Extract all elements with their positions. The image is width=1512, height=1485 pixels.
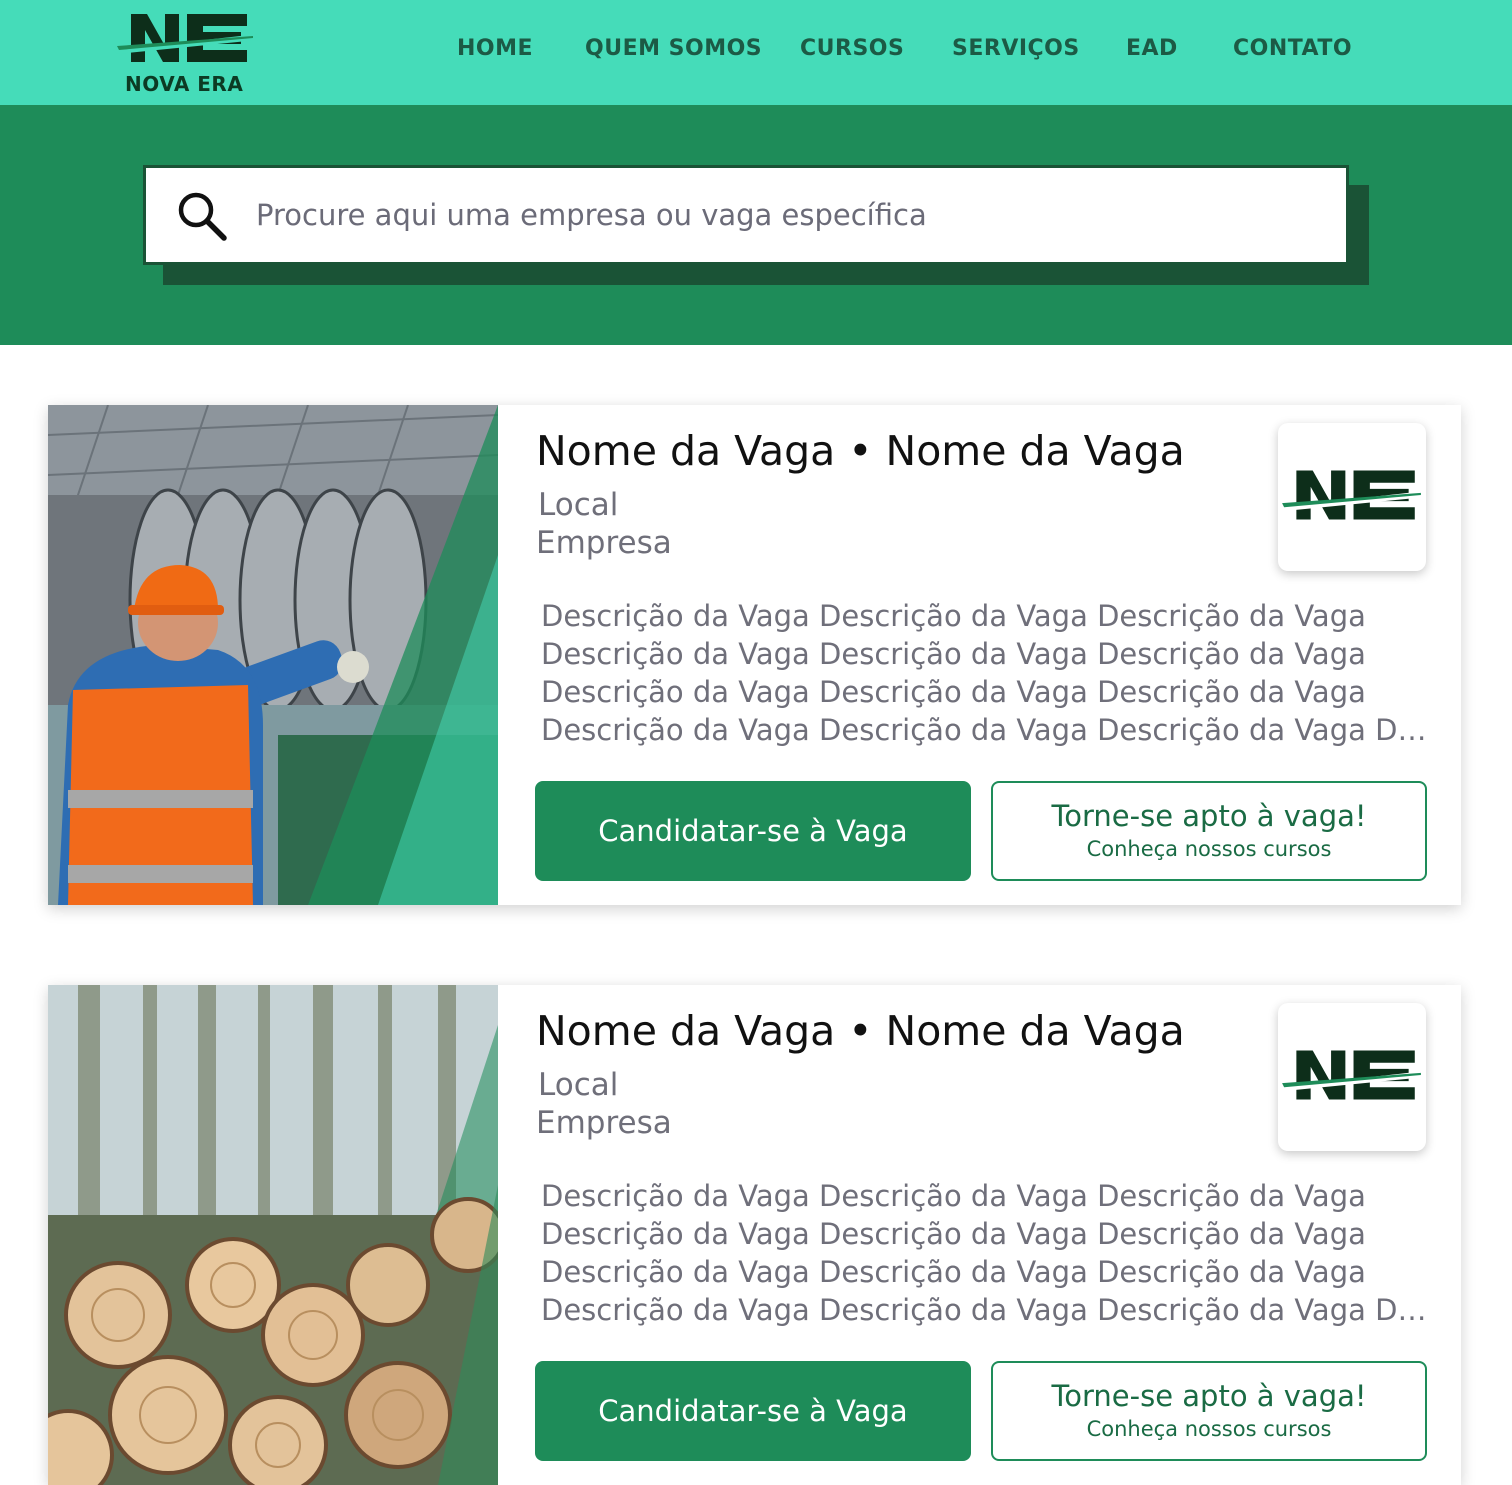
description-line: Descrição da Vaga Descrição da Vaga Desc… [541,1293,1431,1327]
search-input[interactable] [254,186,1318,244]
courses-button[interactable]: Torne-se apto à vaga! Conheça nossos cur… [991,1361,1427,1461]
courses-button-sublabel: Conheça nossos cursos [1086,837,1332,861]
nav-servicos[interactable]: SERVIÇOS [952,36,1080,61]
top-navigation-bar: NOVA ERA HOME QUEM SOMOS CURSOS SERVIÇOS… [0,0,1512,105]
apply-button[interactable]: Candidatar-se à Vaga [535,781,971,881]
job-image-forest [48,985,498,1485]
ne-company-logo-icon [1278,470,1426,520]
description-line: Descrição da Vaga Descrição da Vaga Desc… [541,1217,1366,1251]
courses-button[interactable]: Torne-se apto à vaga! Conheça nossos cur… [991,781,1427,881]
description-line: Descrição da Vaga Descrição da Vaga Desc… [541,637,1366,671]
company-logo [1278,423,1426,571]
nav-ead[interactable]: EAD [1126,36,1178,61]
nav-contato[interactable]: CONTATO [1233,36,1352,61]
description-line: Descrição da Vaga Descrição da Vaga Desc… [541,675,1366,709]
search-box[interactable] [143,165,1349,265]
courses-button-label: Torne-se apto à vaga! [1051,799,1367,833]
nova-era-logo[interactable]: NOVA ERA [113,10,258,98]
job-company: Empresa [536,1105,672,1141]
job-location: Local [538,487,619,523]
nav-cursos[interactable]: CURSOS [800,36,904,61]
job-description: Descrição da Vaga Descrição da Vaga Desc… [541,1177,1431,1329]
job-title[interactable]: Nome da Vaga • Nome da Vaga [536,427,1185,475]
job-location: Local [538,1067,619,1103]
courses-button-sublabel: Conheça nossos cursos [1086,1417,1332,1441]
description-line: Descrição da Vaga Descrição da Vaga Desc… [541,1255,1366,1289]
job-company: Empresa [536,525,672,561]
search-icon[interactable] [174,188,230,244]
job-image-industrial [48,405,498,905]
search-hero [0,105,1512,345]
description-line: Descrição da Vaga Descrição da Vaga Desc… [541,599,1366,633]
nav-home[interactable]: HOME [457,36,533,61]
ne-company-logo-icon [1278,1050,1426,1100]
logo-wordmark: NOVA ERA [125,72,244,96]
job-title[interactable]: Nome da Vaga • Nome da Vaga [536,1007,1185,1055]
job-card: Nome da Vaga • Nome da Vaga Local Empres… [48,985,1461,1485]
description-line: Descrição da Vaga Descrição da Vaga Desc… [541,713,1431,747]
job-card: Nome da Vaga • Nome da Vaga Local Empres… [48,405,1461,905]
courses-button-label: Torne-se apto à vaga! [1051,1379,1367,1413]
company-logo [1278,1003,1426,1151]
job-description: Descrição da Vaga Descrição da Vaga Desc… [541,597,1431,749]
apply-button[interactable]: Candidatar-se à Vaga [535,1361,971,1461]
nav-quem-somos[interactable]: QUEM SOMOS [585,36,762,61]
description-line: Descrição da Vaga Descrição da Vaga Desc… [541,1179,1366,1213]
ne-logo-icon [113,14,258,62]
